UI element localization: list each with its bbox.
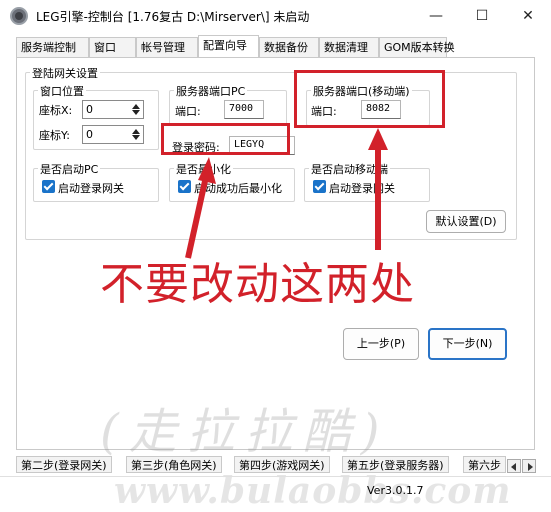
window-position-label: 窗口位置 bbox=[38, 83, 86, 99]
coord-y-spinner[interactable]: 0 bbox=[82, 125, 144, 144]
close-button[interactable]: ✕ bbox=[505, 0, 551, 32]
minimize-group: 是否最小化 启动成功后最小化 bbox=[169, 161, 295, 202]
start-mobile-checkbox-label: 启动登录网关 bbox=[329, 182, 395, 195]
next-step-button[interactable]: 下一步(N) bbox=[428, 328, 507, 360]
scroll-left-icon[interactable] bbox=[507, 459, 521, 473]
highlight-mobile-port-box bbox=[294, 70, 445, 128]
step-tab-role-gateway[interactable]: 第三步(角色网关) bbox=[126, 456, 222, 473]
server-port-pc-label: 服务器端口PC bbox=[174, 83, 248, 99]
step-tab-login-gateway[interactable]: 第二步(登录网关) bbox=[16, 456, 112, 473]
start-mobile-checkbox[interactable] bbox=[313, 180, 326, 193]
start-pc-checkbox[interactable] bbox=[42, 180, 55, 193]
window-title: LEG引擎-控制台 [1.76复古 D:\Mirserver\] 未启动 bbox=[36, 10, 310, 24]
minimize-checkbox[interactable] bbox=[178, 180, 191, 193]
coord-x-label: 座标X: bbox=[39, 104, 73, 117]
scroll-right-icon[interactable] bbox=[522, 459, 536, 473]
spin-down-icon[interactable] bbox=[131, 134, 141, 142]
tab-account-management[interactable]: 帐号管理 bbox=[136, 37, 198, 58]
coord-x-spinner[interactable]: 0 bbox=[82, 100, 144, 119]
step-tab-step6[interactable]: 第六步 bbox=[463, 456, 506, 473]
pc-port-input[interactable]: 7000 bbox=[224, 100, 264, 119]
tab-gom-convert[interactable]: GOM版本转换 bbox=[379, 37, 455, 58]
highlight-password-box bbox=[161, 123, 290, 155]
step-tab-game-gateway[interactable]: 第四步(游戏网关) bbox=[234, 456, 330, 473]
watermark-text: (走拉拉酷) bbox=[100, 404, 390, 460]
login-gateway-label: 登陆网关设置 bbox=[30, 65, 100, 81]
tab-window[interactable]: 窗口 bbox=[89, 37, 136, 58]
minimize-checkbox-label: 启动成功后最小化 bbox=[194, 182, 282, 195]
status-bar bbox=[0, 476, 551, 512]
tab-data-backup[interactable]: 数据备份 bbox=[259, 37, 319, 58]
maximize-button[interactable]: ☐ bbox=[459, 0, 505, 32]
annotation-text: 不要改动这两处 bbox=[100, 259, 415, 310]
coord-y-value: 0 bbox=[86, 128, 93, 141]
start-pc-group: 是否启动PC 启动登录网关 bbox=[33, 161, 159, 202]
coord-y-label: 座标Y: bbox=[39, 129, 70, 142]
step-tab-login-server[interactable]: 第五步(登录服务器) bbox=[342, 456, 449, 473]
coord-x-value: 0 bbox=[86, 103, 93, 116]
title-bar: LEG引擎-控制台 [1.76复古 D:\Mirserver\] 未启动 — ☐… bbox=[0, 0, 551, 32]
step-tabs: 第二步(登录网关) 第三步(角色网关) 第四步(游戏网关) 第五步(登录服务器)… bbox=[16, 456, 506, 473]
start-mobile-label: 是否启动移动端 bbox=[309, 161, 390, 177]
tab-config-wizard[interactable]: 配置向导 bbox=[198, 35, 259, 58]
spin-down-icon[interactable] bbox=[131, 109, 141, 117]
prev-step-button[interactable]: 上一步(P) bbox=[343, 328, 419, 360]
app-logo-icon bbox=[10, 7, 28, 25]
window-position-group: 窗口位置 座标X: 0 座标Y: 0 bbox=[33, 83, 159, 150]
default-settings-button[interactable]: 默认设置(D) bbox=[426, 210, 506, 233]
minimize-button[interactable]: — bbox=[413, 0, 459, 32]
tab-data-cleanup[interactable]: 数据清理 bbox=[319, 37, 379, 58]
version-label: Ver3.0.1.7 bbox=[367, 484, 424, 497]
start-pc-checkbox-label: 启动登录网关 bbox=[58, 182, 124, 195]
server-port-pc-group: 服务器端口PC 端口: 7000 bbox=[169, 83, 287, 126]
start-pc-label: 是否启动PC bbox=[38, 161, 101, 177]
tab-server-control[interactable]: 服务端控制 bbox=[16, 37, 89, 58]
minimize-label: 是否最小化 bbox=[174, 161, 233, 177]
pc-port-label: 端口: bbox=[175, 105, 201, 118]
start-mobile-group: 是否启动移动端 启动登录网关 bbox=[304, 161, 430, 202]
